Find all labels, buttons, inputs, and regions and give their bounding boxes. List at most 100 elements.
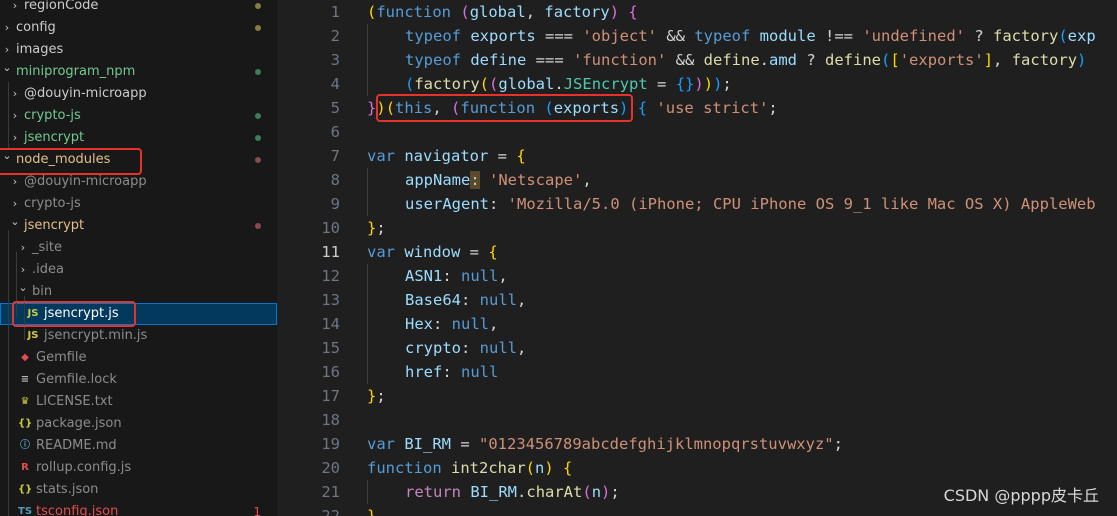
code-line[interactable]: 18: [280, 408, 1117, 432]
tree-folder[interactable]: › @douyin-microapp: [0, 83, 277, 105]
chevron-right-icon[interactable]: ›: [10, 83, 20, 105]
code-token: ): [713, 75, 723, 93]
tree-folder[interactable]: ⌄ jsencrypt: [0, 215, 277, 237]
code-line[interactable]: 7 var navigator = {: [280, 144, 1117, 168]
tree-folder[interactable]: › images: [0, 39, 277, 61]
line-number: 11: [321, 243, 340, 261]
code-line[interactable]: 14 Hex: null,: [280, 312, 1117, 336]
code-token: charAt: [526, 483, 583, 501]
code-token: null: [479, 291, 517, 309]
tree-folder[interactable]: ⌄ bin: [0, 281, 277, 303]
tree-file[interactable]: JS jsencrypt.js: [0, 303, 277, 325]
code-token: }: [367, 507, 377, 516]
indent-guide: [8, 82, 9, 148]
code-line[interactable]: 3 typeof define === 'function' && define.…: [280, 48, 1117, 72]
code-line[interactable]: 19 var BI_RM = "0123456789abcdefghijklmno…: [280, 432, 1117, 456]
code-text: href: null: [405, 360, 498, 384]
chevron-down-icon[interactable]: ⌄: [2, 145, 12, 167]
tree-item-label: rollup.config.js: [36, 460, 132, 475]
tree-file[interactable]: ◆ Gemfile: [0, 347, 277, 369]
code-token: ?: [965, 27, 993, 45]
code-token: .: [517, 483, 527, 501]
code-line[interactable]: 12 ASN1: null,: [280, 264, 1117, 288]
code-line[interactable]: 2 typeof exports === 'object' && typeof m…: [280, 24, 1117, 48]
code-token: ?: [797, 51, 826, 69]
code-line[interactable]: 16 href: null: [280, 360, 1117, 384]
code-token: {: [563, 459, 573, 477]
code-text: ASN1: null,: [405, 264, 508, 288]
code-line[interactable]: 20 function int2char(n) {: [280, 456, 1117, 480]
tree-file[interactable]: Rrollup.config.js: [0, 457, 277, 479]
code-line[interactable]: 11 var window = {: [280, 240, 1117, 264]
tree-file[interactable]: ⓘ README.md: [0, 435, 277, 457]
code-token: null: [461, 267, 499, 285]
code-text: typeof exports === 'object' && typeof mo…: [405, 24, 1096, 48]
tree-folder[interactable]: › config: [0, 17, 277, 39]
tree-file[interactable]: JS jsencrypt.min.js: [0, 325, 277, 347]
code-line[interactable]: 15 crypto: null,: [280, 336, 1117, 360]
tree-folder[interactable]: › .idea: [0, 259, 277, 281]
line-number: 13: [321, 291, 340, 309]
code-token: ,: [525, 3, 545, 21]
code-line[interactable]: 17};: [280, 384, 1117, 408]
code-line[interactable]: 10};: [280, 216, 1117, 240]
code-editor[interactable]: 1 (function (global, factory) {2 typeof ex…: [280, 0, 1117, 516]
code-line[interactable]: 5})(this, (function (exports) { 'use str…: [280, 96, 1117, 120]
chevron-down-icon[interactable]: ⌄: [2, 57, 12, 79]
code-line[interactable]: 13 Base64: null,: [280, 288, 1117, 312]
tree-item-label: stats.json: [36, 482, 99, 497]
code-token: n: [535, 459, 545, 477]
code-token: this: [395, 99, 433, 117]
tree-file[interactable]: ≡ Gemfile.lock: [0, 369, 277, 391]
tree-folder[interactable]: › jsencrypt: [0, 127, 277, 149]
chevron-right-icon[interactable]: ›: [10, 171, 20, 193]
code-token: ): [694, 75, 704, 93]
code-line[interactable]: 1 (function (global, factory) {: [280, 0, 1117, 24]
code-line[interactable]: 6: [280, 120, 1117, 144]
code-text: (factory((global.JSEncrypt = {})));: [405, 72, 732, 96]
tree-folder[interactable]: ⌄ miniprogram_npm: [0, 61, 277, 83]
tree-file[interactable]: {} package.json: [0, 413, 277, 435]
code-token: global: [498, 75, 555, 93]
file-type-icon: ≡: [20, 374, 30, 385]
chevron-right-icon[interactable]: ›: [2, 17, 12, 39]
code-text: return BI_RM.charAt(n);: [405, 480, 620, 504]
tree-folder[interactable]: › crypto-js: [0, 105, 277, 127]
tree-folder[interactable]: › regionCode: [0, 0, 277, 17]
file-type-icon: TS: [18, 506, 33, 516]
git-status-dot: [255, 223, 261, 229]
chevron-right-icon[interactable]: ›: [10, 105, 20, 127]
code-token: ): [376, 99, 386, 117]
code-line[interactable]: 4 (factory((global.JSEncrypt = {})));: [280, 72, 1117, 96]
problem-count-badge: 1: [253, 505, 261, 516]
tree-folder[interactable]: › @douyin-microapp: [0, 171, 277, 193]
code-token: navigator: [404, 147, 489, 165]
tree-folder[interactable]: › crypto-js: [0, 193, 277, 215]
code-line[interactable]: 8 appName: 'Netscape',: [280, 168, 1117, 192]
indent-guide: [367, 192, 368, 216]
chevron-right-icon[interactable]: ›: [10, 0, 20, 17]
code-token: {: [516, 147, 526, 165]
tree-file[interactable]: {} stats.json: [0, 479, 277, 501]
tree-file[interactable]: ♛ LICENSE.txt: [0, 391, 277, 413]
tree-folder[interactable]: ⌄ node_modules: [0, 149, 277, 171]
chevron-down-icon[interactable]: ⌄: [18, 277, 28, 299]
chevron-down-icon[interactable]: ⌄: [10, 211, 20, 233]
indent-guide: [367, 264, 368, 288]
code-line[interactable]: 9 userAgent: 'Mozilla/5.0 (iPhone; CPU iP…: [280, 192, 1117, 216]
line-number: 20: [321, 459, 340, 477]
tree-folder[interactable]: › _site: [0, 237, 277, 259]
chevron-right-icon[interactable]: ›: [18, 237, 28, 259]
code-token: BI_RM: [404, 435, 452, 453]
code-token: &&: [657, 27, 695, 45]
code-token: null: [451, 315, 489, 333]
tree-file[interactable]: TS tsconfig.json 1: [0, 501, 277, 516]
code-token: (: [479, 75, 490, 93]
